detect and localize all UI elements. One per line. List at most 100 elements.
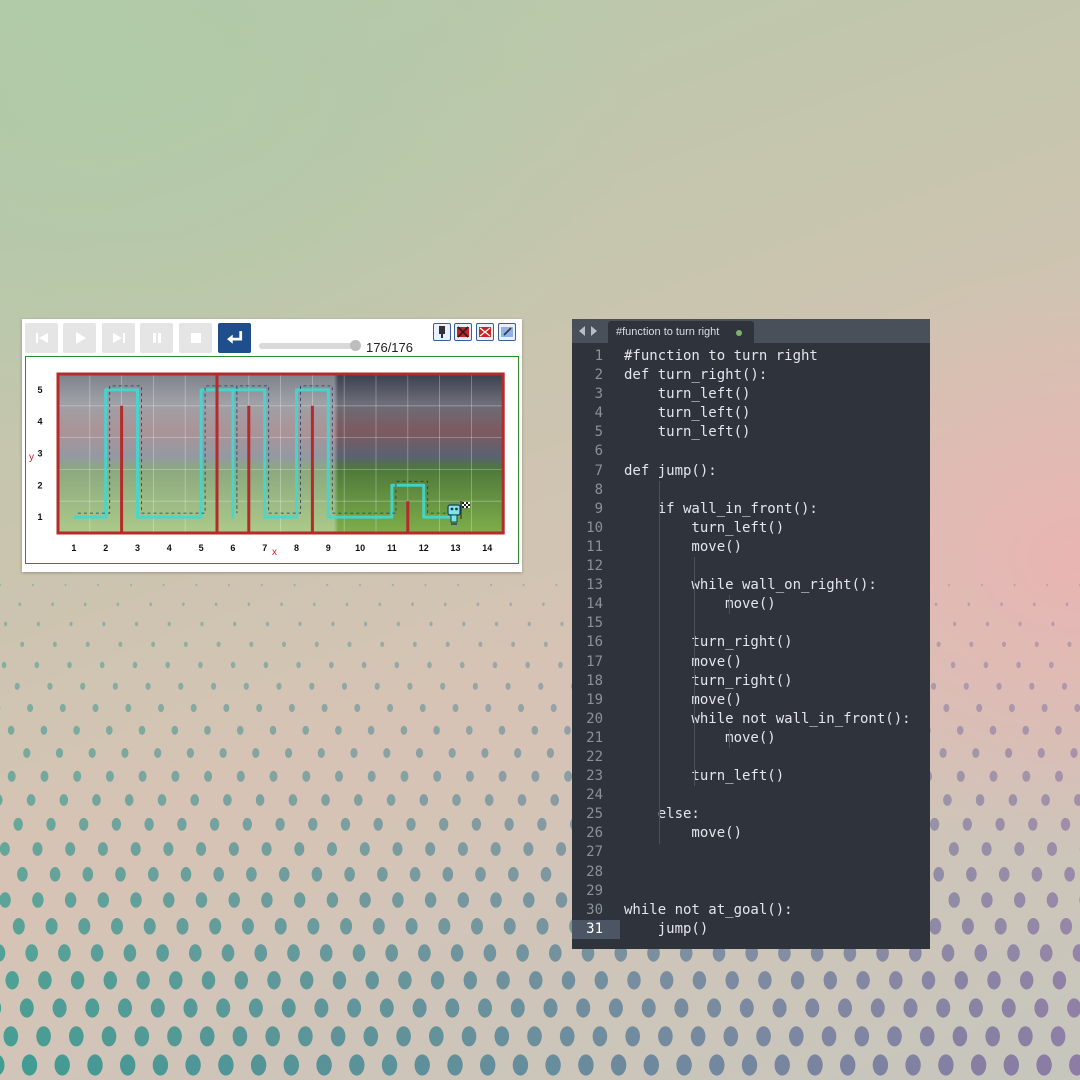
background-dot xyxy=(948,583,951,587)
code-line[interactable]: 26 move() xyxy=(572,824,930,843)
tab-navigation xyxy=(579,326,597,336)
code-line[interactable]: 21 move() xyxy=(572,729,930,748)
code-line[interactable]: 7 def jump(): xyxy=(572,462,930,481)
background-dot xyxy=(933,867,944,882)
code-line[interactable]: 3 turn_left() xyxy=(572,385,930,404)
background-dot xyxy=(124,794,134,806)
y-axis-label: y xyxy=(29,452,34,463)
line-text: turn_right() xyxy=(624,672,793,689)
background-dot xyxy=(838,998,852,1018)
background-dot xyxy=(425,842,436,856)
background-dot xyxy=(45,918,58,935)
background-dot xyxy=(280,602,283,607)
code-line[interactable]: 25 else: xyxy=(572,805,930,824)
code-line[interactable]: 5 turn_left() xyxy=(572,423,930,442)
background-dot xyxy=(359,842,370,856)
background-dot xyxy=(378,602,382,607)
code-line[interactable]: 31 jump() xyxy=(572,919,930,940)
background-dot xyxy=(854,1026,870,1047)
background-dot xyxy=(1007,944,1020,962)
code-line[interactable]: 13 while wall_on_right(): xyxy=(572,576,930,595)
background-dot xyxy=(180,867,192,882)
background-dot xyxy=(564,770,573,782)
code-line[interactable]: 1 #function to turn right xyxy=(572,347,930,366)
background-dot xyxy=(47,682,53,690)
background-dot xyxy=(177,817,187,831)
background-dot xyxy=(340,918,353,935)
background-dot xyxy=(975,794,985,806)
background-dot xyxy=(559,1026,575,1047)
code-line[interactable]: 30 while not at_goal(): xyxy=(572,901,930,920)
background-dot xyxy=(20,641,25,647)
background-dot xyxy=(480,1054,496,1076)
code-line[interactable]: 4 turn_left() xyxy=(572,404,930,423)
background-dot xyxy=(307,918,320,935)
code-line[interactable]: 17 move() xyxy=(572,653,930,672)
background-dot xyxy=(406,817,416,831)
code-line[interactable]: 2 def turn_right(): xyxy=(572,366,930,385)
x-axis-ticks: 1 2 3 4 5 6 7 8 9 10 11 12 13 14 xyxy=(71,543,492,553)
background-dot xyxy=(457,842,468,856)
code-line[interactable]: 22 xyxy=(572,748,930,767)
tab-active-file[interactable]: #function to turn right xyxy=(608,321,754,343)
code-line[interactable]: 27 xyxy=(572,843,930,862)
background-dot xyxy=(1049,661,1054,669)
code-line[interactable]: 29 xyxy=(572,882,930,901)
code-line[interactable]: 18 turn_right() xyxy=(572,672,930,691)
code-line[interactable]: 24 xyxy=(572,786,930,805)
background-dot xyxy=(578,1054,594,1076)
background-dot xyxy=(3,1026,19,1047)
background-dot xyxy=(1070,748,1078,758)
background-dot xyxy=(23,748,31,758)
background-dot xyxy=(82,867,94,882)
background-dot xyxy=(209,817,220,831)
code-line[interactable]: 16 turn_right() xyxy=(572,633,930,652)
y-tick-label: 5 xyxy=(37,385,42,395)
background-dot xyxy=(19,998,34,1018)
background-dot xyxy=(254,944,268,962)
background-dot xyxy=(372,918,385,935)
background-dot xyxy=(475,867,486,882)
background-dot xyxy=(130,892,142,908)
line-text: while not at_goal(): xyxy=(624,901,793,918)
background-dot xyxy=(537,817,547,831)
line-number: 3 xyxy=(594,386,603,403)
background-dot xyxy=(1037,748,1045,758)
code-line[interactable]: 28 xyxy=(572,863,930,882)
background-dot xyxy=(1018,1026,1033,1047)
background-dot xyxy=(954,971,968,990)
background-dot xyxy=(405,918,418,935)
code-line[interactable]: 8 xyxy=(572,481,930,500)
code-line[interactable]: 12 xyxy=(572,557,930,576)
line-text: turn_left() xyxy=(624,424,751,441)
background-dot xyxy=(386,794,396,806)
background-dot xyxy=(13,817,23,831)
code-line[interactable]: 11 move() xyxy=(572,538,930,557)
code-line[interactable]: 6 xyxy=(572,442,930,461)
code-editor[interactable]: #function to turn right 1 #function to tu… xyxy=(572,319,930,949)
background-dot xyxy=(116,602,120,607)
y-axis-ticks: 1 2 3 4 5 xyxy=(37,385,42,522)
background-dot xyxy=(209,918,222,935)
background-dot xyxy=(379,998,394,1018)
chevron-left-icon[interactable] xyxy=(579,326,585,336)
line-text: if wall_in_front(): xyxy=(624,500,818,517)
code-line[interactable]: 23 turn_left() xyxy=(572,767,930,786)
code-line[interactable]: 15 xyxy=(572,614,930,633)
background-dot xyxy=(236,770,245,782)
background-dot xyxy=(943,703,950,713)
background-dot xyxy=(445,641,450,647)
code-line[interactable]: 20 while not wall_in_front(): xyxy=(572,710,930,729)
code-area[interactable]: 1 #function to turn right 2 def turn_right(… xyxy=(572,347,930,949)
y-tick-label: 4 xyxy=(37,417,42,427)
code-line[interactable]: 9 if wall_in_front(): xyxy=(572,500,930,519)
chevron-right-icon[interactable] xyxy=(591,326,597,336)
line-number: 28 xyxy=(586,863,603,880)
code-line[interactable]: 19 move() xyxy=(572,691,930,710)
code-line[interactable]: 10 turn_left() xyxy=(572,519,930,538)
background-dot xyxy=(887,1026,902,1047)
code-line[interactable]: 14 move() xyxy=(572,595,930,614)
background-dot xyxy=(52,641,57,647)
background-dot xyxy=(261,892,273,908)
background-dot xyxy=(201,971,216,990)
